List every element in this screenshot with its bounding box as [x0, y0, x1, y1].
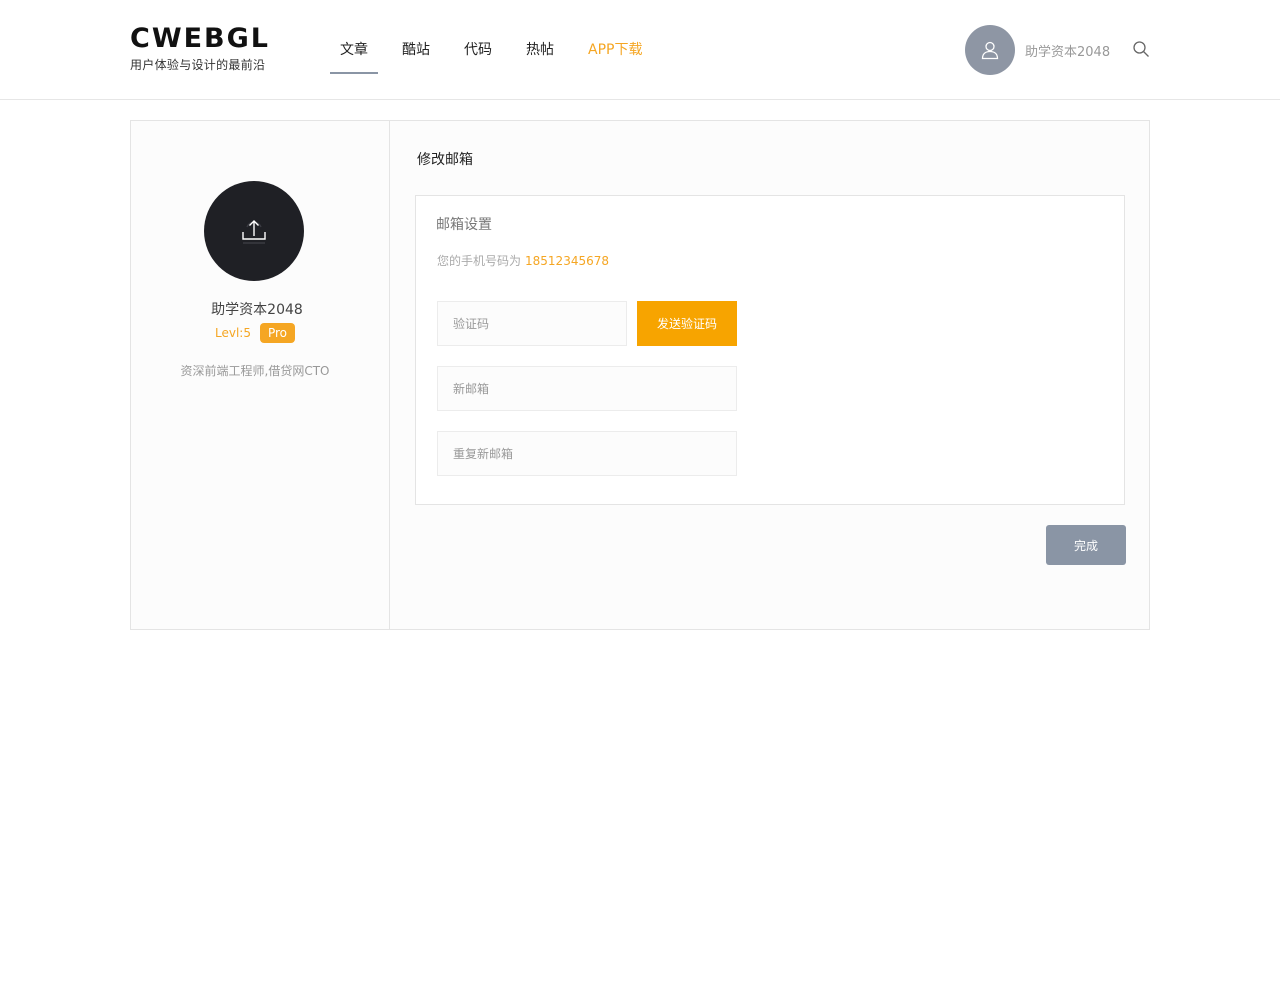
search-button[interactable]: [1132, 40, 1152, 60]
content-area: 修改邮箱 邮箱设置 您的手机号码为18512345678 发送验证码 完成: [391, 121, 1149, 629]
phone-info: 您的手机号码为 18512345678: [437, 252, 609, 269]
profile-name: 助学资本2048: [211, 302, 303, 318]
nav-item-app-download[interactable]: APP下载: [578, 0, 652, 100]
level-row: Levl:5 Pro: [131, 323, 379, 343]
phone-prefix: 您的手机号码为: [437, 254, 522, 268]
upload-icon: [242, 220, 266, 244]
nav-item-hot-posts[interactable]: 热帖: [516, 0, 564, 100]
user-icon: [981, 41, 999, 60]
pro-badge: Pro: [259, 323, 296, 343]
page-title: 修改邮箱: [417, 152, 473, 168]
main-nav: 文章 酷站 代码 热帖 APP下载: [330, 0, 666, 100]
nav-item-code[interactable]: 代码: [454, 0, 502, 100]
email-settings-panel: 邮箱设置 您的手机号码为18512345678 发送验证码: [415, 195, 1125, 505]
settings-container: 助学资本2048 Levl:5 Pro 资深前端工程师,借贷网CTO 修改邮箱 …: [130, 120, 1150, 630]
logo-title: CWEBGL: [130, 23, 270, 54]
logo-subtitle: 用户体验与设计的最前沿: [130, 58, 266, 72]
site-logo[interactable]: CWEBGL 用户体验与设计的最前沿: [130, 25, 270, 73]
search-icon: [1133, 41, 1149, 57]
panel-title: 邮箱设置: [436, 217, 492, 233]
done-button[interactable]: 完成: [1046, 525, 1126, 565]
profile-avatar-upload[interactable]: [204, 181, 304, 281]
top-header: CWEBGL 用户体验与设计的最前沿 文章 酷站 代码 热帖 APP下载 助学资…: [0, 0, 1280, 100]
nav-item-cool-sites[interactable]: 酷站: [392, 0, 440, 100]
profile-sidebar: 助学资本2048 Levl:5 Pro 资深前端工程师,借贷网CTO: [131, 121, 390, 629]
header-user-name[interactable]: 助学资本2048: [1025, 41, 1110, 60]
phone-number: 18512345678: [525, 254, 609, 268]
send-code-button[interactable]: 发送验证码: [637, 301, 737, 346]
profile-description: 资深前端工程师,借贷网CTO: [180, 364, 330, 378]
verification-code-input[interactable]: [437, 301, 627, 346]
repeat-email-input[interactable]: [437, 431, 737, 476]
header-avatar[interactable]: [965, 25, 1015, 75]
new-email-input[interactable]: [437, 366, 737, 411]
nav-item-articles[interactable]: 文章: [330, 0, 378, 100]
level-text: Levl:5: [214, 326, 251, 340]
